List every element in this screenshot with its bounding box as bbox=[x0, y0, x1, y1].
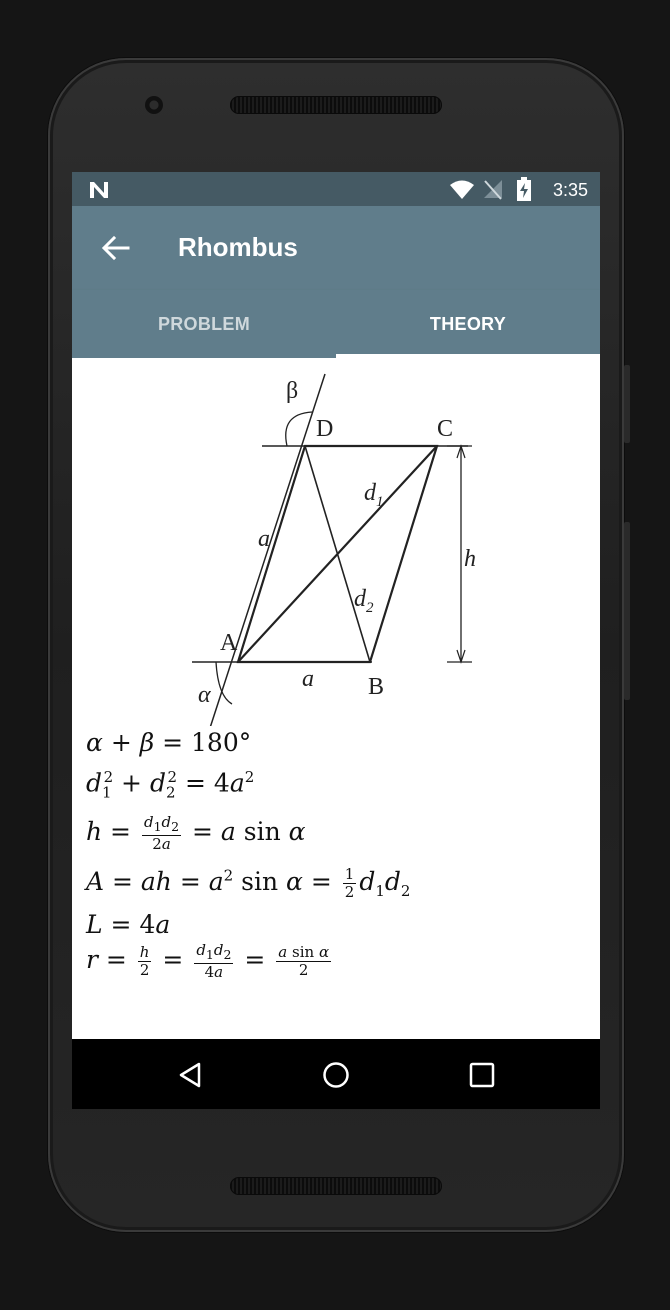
angle-alpha-label: α bbox=[198, 682, 211, 708]
power-button bbox=[624, 365, 630, 443]
vertex-d: D bbox=[316, 416, 333, 442]
home-circle-icon[interactable] bbox=[321, 1060, 351, 1090]
vertex-c: C bbox=[437, 416, 453, 442]
arrow-back-icon[interactable] bbox=[98, 230, 134, 266]
formula-perimeter: L = 4a bbox=[86, 910, 171, 939]
recents-square-icon[interactable] bbox=[467, 1060, 497, 1090]
tab-theory[interactable]: THEORY bbox=[336, 290, 600, 358]
volume-button bbox=[624, 522, 630, 700]
system-nav-bar bbox=[72, 1039, 600, 1109]
height-label: h bbox=[464, 546, 476, 572]
top-speaker bbox=[230, 96, 442, 114]
formula-diagonals: d12 + d22 = 4a2 bbox=[86, 768, 255, 802]
battery-charging-icon bbox=[517, 177, 531, 201]
rhombus-diagram: A B C D a a h d1 d2 β α bbox=[192, 373, 476, 726]
diagonal-d2-label: d2 bbox=[354, 586, 374, 616]
page-title: Rhombus bbox=[178, 232, 298, 262]
angle-beta-label: β bbox=[286, 378, 298, 404]
notification-n-icon bbox=[90, 182, 108, 198]
vertex-a: A bbox=[220, 630, 238, 656]
formula-inradius: r = h2 = d1d2 4a = a sin α2 bbox=[86, 941, 332, 981]
app-bar: Rhombus bbox=[72, 206, 600, 290]
status-time: 3:35 bbox=[552, 180, 588, 200]
no-signal-icon bbox=[484, 180, 502, 200]
bottom-speaker bbox=[230, 1177, 442, 1195]
side-label-left: a bbox=[258, 526, 270, 552]
wifi-icon bbox=[450, 180, 474, 199]
side-label-bottom: a bbox=[302, 666, 314, 692]
status-bar: 3:35 bbox=[72, 172, 600, 206]
diagonal-d1-label: d1 bbox=[364, 480, 384, 510]
formula-height: h = d1d2 2a = a sin α bbox=[86, 813, 306, 853]
angle-beta-arc bbox=[285, 411, 313, 447]
formula-area: A = ah = a2 sin α = 1 2 d1d2 bbox=[86, 865, 411, 901]
front-camera bbox=[145, 96, 163, 114]
tab-problem[interactable]: PROBLEM bbox=[72, 290, 336, 358]
theory-content: A B C D a a h d1 d2 β α α + β = 180° d12… bbox=[72, 358, 600, 1039]
back-triangle-icon[interactable] bbox=[175, 1060, 205, 1090]
screen: 3:35 Rhombus PROBLEM THEORY A B C D a a … bbox=[72, 172, 600, 1109]
vertex-b: B bbox=[368, 674, 384, 700]
diagonal-d2 bbox=[304, 445, 371, 663]
tab-bar: PROBLEM THEORY bbox=[72, 290, 600, 358]
formula-angles: α + β = 180° bbox=[86, 728, 252, 757]
